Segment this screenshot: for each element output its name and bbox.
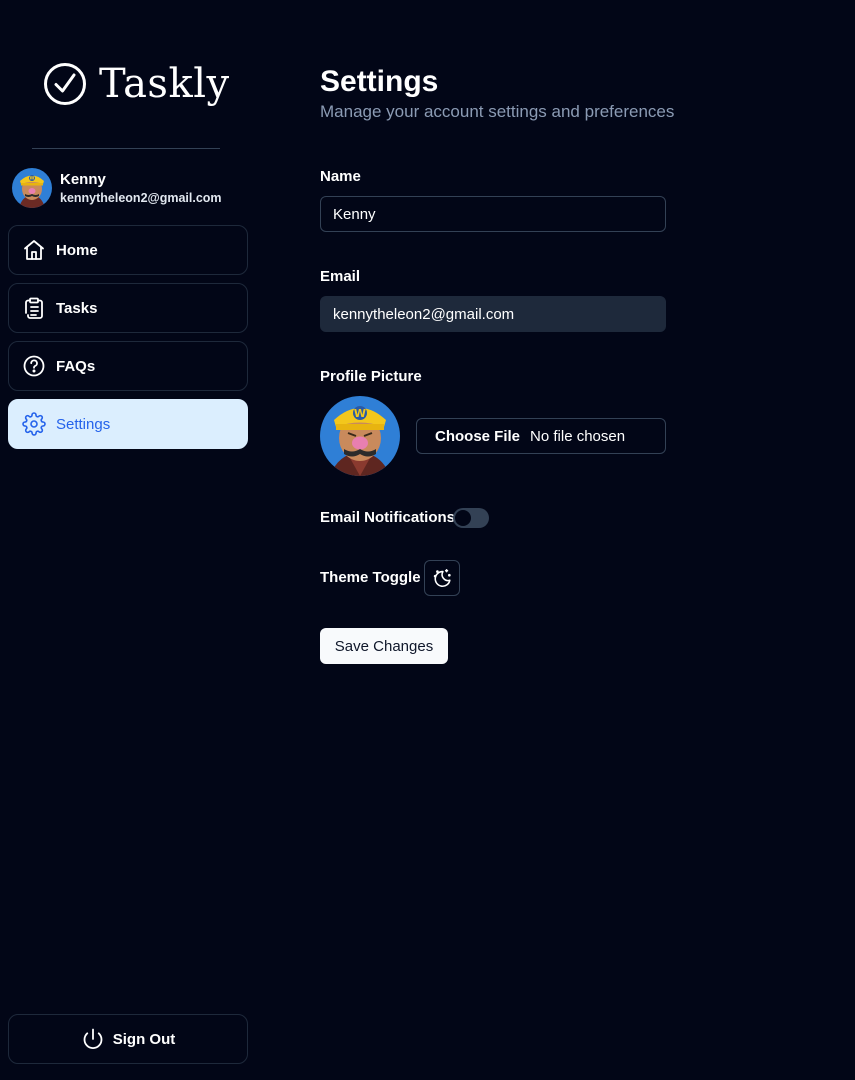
sidebar-item-label: Tasks: [56, 299, 98, 317]
choose-file-button[interactable]: Choose File: [435, 428, 520, 445]
user-profile: W Kenny kennytheleon2@gmail.com: [12, 168, 222, 208]
avatar: W: [12, 168, 52, 208]
gear-icon: [22, 412, 46, 436]
svg-text:W: W: [354, 407, 366, 420]
email-notifications-label: Email Notifications: [320, 509, 456, 526]
user-name: Kenny: [60, 171, 106, 188]
profile-picture-label: Profile Picture: [320, 368, 422, 385]
sidebar-item-settings[interactable]: Settings: [8, 399, 248, 449]
sidebar-item-label: Home: [56, 241, 98, 259]
home-icon: [24, 240, 44, 260]
sign-out-label: Sign Out: [112, 1030, 176, 1048]
toggle-knob: [455, 510, 471, 526]
help-circle-icon: [23, 355, 45, 377]
power-icon: [83, 1028, 103, 1049]
sidebar-divider: [32, 148, 220, 149]
name-input[interactable]: [320, 196, 666, 232]
page-subtitle: Manage your account settings and prefere…: [320, 102, 675, 121]
email-label: Email: [320, 268, 361, 285]
check-circle-icon: [44, 63, 86, 105]
save-changes-button[interactable]: Save Changes: [320, 628, 448, 664]
sidebar-item-label: Settings: [56, 415, 111, 433]
moon-stars-icon: [433, 568, 451, 587]
user-email: kennytheleon2@gmail.com: [60, 191, 222, 205]
profile-picture-preview: W: [320, 396, 400, 476]
sidebar: Taskly W Kenny kennytheleon2@gmail.com H…: [0, 0, 256, 1080]
sidebar-item-label: FAQs: [56, 357, 96, 375]
email-field[interactable]: [320, 296, 666, 332]
email-notifications-toggle[interactable]: [453, 508, 489, 528]
page-title: Settings: [320, 65, 439, 98]
file-upload-input[interactable]: Choose File No file chosen: [416, 418, 666, 454]
sidebar-item-home[interactable]: Home: [8, 225, 248, 275]
app-name: Taskly: [99, 61, 230, 107]
app-logo[interactable]: Taskly: [43, 60, 230, 108]
sidebar-item-faqs[interactable]: FAQs: [8, 341, 248, 391]
svg-text:W: W: [30, 176, 35, 182]
sign-out-button[interactable]: Sign Out: [8, 1014, 248, 1064]
clipboard-icon: [25, 297, 43, 319]
file-status: No file chosen: [530, 427, 626, 445]
theme-toggle-label: Theme Toggle: [320, 569, 421, 586]
theme-toggle-button[interactable]: [424, 560, 460, 596]
name-label: Name: [320, 168, 361, 185]
sidebar-item-tasks[interactable]: Tasks: [8, 283, 248, 333]
